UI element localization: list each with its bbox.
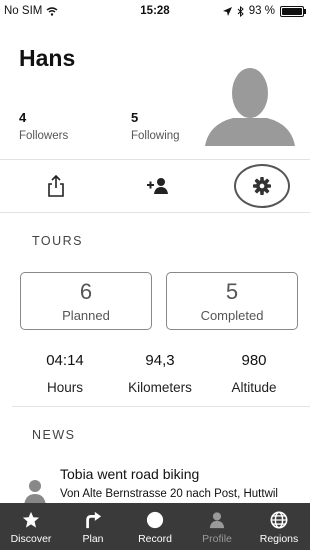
- tab-discover-label: Discover: [10, 533, 52, 545]
- globe-icon: [270, 511, 288, 529]
- tab-regions[interactable]: Regions: [248, 503, 310, 550]
- battery-fill: [282, 7, 302, 15]
- news-subtitle: Von Alte Bernstrasse 20 nach Post, Huttw…: [60, 488, 278, 500]
- record-dot-icon: [146, 511, 164, 529]
- following-label: Following: [131, 130, 180, 142]
- tab-profile[interactable]: Profile: [186, 503, 248, 550]
- tab-discover[interactable]: Discover: [0, 503, 62, 550]
- news-title: Tobia went road biking: [60, 466, 200, 482]
- star-icon: [22, 511, 40, 528]
- tab-record[interactable]: Record: [124, 503, 186, 550]
- divider-tours: [12, 406, 310, 407]
- battery-icon: [280, 5, 306, 17]
- hours-label: Hours: [46, 380, 83, 395]
- followers-count: 4: [19, 110, 27, 125]
- status-bar: No SIM 15:28 93 %: [0, 0, 310, 22]
- profile-actions: [0, 160, 310, 212]
- settings-highlight-ring: [234, 164, 290, 208]
- tab-plan-label: Plan: [82, 533, 104, 545]
- profile-name: Hans: [19, 45, 76, 71]
- altitude-metric: 980 Altitude: [204, 352, 304, 395]
- person-silhouette-icon: [205, 68, 295, 146]
- settings-button[interactable]: [232, 160, 292, 212]
- share-icon: [48, 175, 64, 197]
- tab-bar: Discover Plan Record Profile Regions: [0, 503, 310, 550]
- following-stat[interactable]: 5 Following: [131, 110, 180, 142]
- planned-count: 6: [79, 279, 93, 304]
- news-section-title: NEWS: [32, 428, 76, 442]
- turn-arrow-icon: [86, 511, 102, 529]
- share-button[interactable]: [26, 160, 86, 212]
- gear-icon: [253, 177, 271, 195]
- kilometers-metric: 94,3 Kilometers: [110, 352, 210, 395]
- completed-count: 5: [225, 279, 239, 304]
- location-arrow-icon: [222, 6, 232, 16]
- altitude-value: 980: [241, 352, 267, 369]
- battery-percent: 93 %: [248, 5, 275, 17]
- add-person-icon: [147, 178, 168, 194]
- followers-stat[interactable]: 4 Followers: [19, 110, 68, 142]
- planned-label: Planned: [62, 308, 110, 323]
- planned-tours-button[interactable]: 6 Planned: [20, 272, 152, 330]
- tab-regions-label: Regions: [259, 533, 299, 545]
- altitude-label: Altitude: [231, 380, 277, 395]
- completed-label: Completed: [200, 308, 264, 323]
- following-count: 5: [131, 110, 139, 125]
- kilometers-value: 94,3: [145, 352, 175, 369]
- tours-section-title: TOURS: [32, 234, 84, 248]
- person-icon: [24, 480, 46, 506]
- status-right: 93 %: [222, 5, 306, 17]
- completed-tours-button[interactable]: 5 Completed: [166, 272, 298, 330]
- bluetooth-icon: [237, 5, 244, 17]
- kilometers-label: Kilometers: [128, 380, 192, 395]
- add-friend-button[interactable]: [128, 160, 188, 212]
- followers-label: Followers: [19, 130, 69, 142]
- person-icon: [209, 512, 225, 529]
- hours-metric: 04:14 Hours: [15, 352, 115, 395]
- tab-profile-label: Profile: [202, 533, 232, 545]
- tab-plan[interactable]: Plan: [62, 503, 124, 550]
- hours-value: 04:14: [46, 352, 84, 369]
- tab-record-label: Record: [138, 533, 172, 545]
- news-avatar: [24, 478, 46, 506]
- divider-actions: [0, 212, 310, 213]
- news-item[interactable]: Tobia went road biking Von Alte Bernstra…: [0, 460, 310, 506]
- profile-avatar[interactable]: [205, 66, 295, 146]
